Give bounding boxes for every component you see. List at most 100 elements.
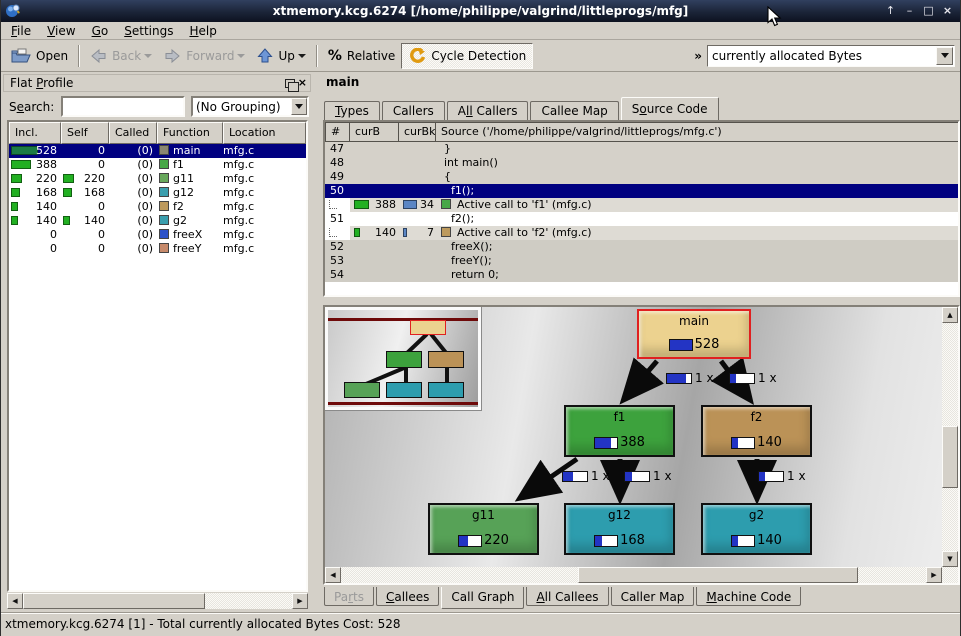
scroll-left-icon[interactable]: ◀ [7, 593, 23, 609]
flat-profile-hscrollbar[interactable]: ◀ ▶ [7, 593, 308, 609]
toolbar-overflow-chevron[interactable]: » [689, 49, 707, 63]
scroll-right-icon[interactable]: ▶ [926, 567, 942, 583]
table-row-f1[interactable]: 388 0 (0) f1 mfg.c [9, 158, 306, 172]
cycle-arrow-icon [408, 48, 426, 64]
open-label: Open [36, 49, 68, 63]
graph-node-f2[interactable]: f2 140 [701, 405, 812, 457]
tree-branch-icon [329, 228, 337, 237]
back-button[interactable]: Back [84, 43, 158, 69]
function-color-icon [159, 215, 169, 225]
source-line[interactable]: 53 freeY(); [325, 254, 958, 268]
column-curb[interactable]: curB [349, 122, 399, 142]
menu-view[interactable]: View [39, 23, 83, 39]
graph-node-g2[interactable]: g2 140 [701, 503, 812, 555]
table-row-g11[interactable]: 220 220 (0) g11 mfg.c [9, 172, 306, 186]
source-call-annotation[interactable]: 140 7 Active call to 'f2' (mfg.c) [325, 226, 958, 240]
tab-callers[interactable]: Callers [382, 101, 445, 120]
column-function[interactable]: Function [157, 122, 223, 144]
graph-vscrollbar[interactable]: ▲ ▼ [942, 307, 958, 567]
event-type-dropdown-icon[interactable] [936, 47, 953, 65]
call-edge-label: 1 x [666, 371, 714, 385]
close-button[interactable]: × [939, 3, 956, 19]
source-call-annotation[interactable]: 388 34 Active call to 'f1' (mfg.c) [325, 198, 958, 212]
scroll-down-icon[interactable]: ▼ [942, 551, 958, 567]
forward-dropdown-icon[interactable] [237, 54, 245, 62]
forward-button[interactable]: Forward [158, 43, 251, 69]
dock-close-icon[interactable]: × [298, 78, 307, 88]
table-row-g12[interactable]: 168 168 (0) g12 mfg.c [9, 186, 306, 200]
maximize-button[interactable]: □ [920, 3, 937, 19]
up-dropdown-icon[interactable] [298, 54, 306, 62]
table-row-freeX[interactable]: 0 0 (0) freeX mfg.c [9, 228, 306, 242]
graph-overview-minimap[interactable] [325, 307, 481, 410]
toolbar-separator [78, 45, 80, 67]
function-color-icon [159, 159, 169, 169]
source-line[interactable]: 54 return 0; [325, 268, 958, 282]
menu-settings[interactable]: Settings [116, 23, 181, 39]
tab-callees[interactable]: Callees [376, 587, 439, 606]
shade-button[interactable]: ↑ [882, 3, 899, 19]
table-row-g2[interactable]: 140 140 (0) g2 mfg.c [9, 214, 306, 228]
minimize-button[interactable]: – [901, 3, 918, 19]
tab-machine-code[interactable]: Machine Code [696, 587, 801, 606]
graph-hscrollbar[interactable]: ◀ ▶ [325, 567, 942, 583]
source-line[interactable]: 52 freeX(); [325, 240, 958, 254]
scroll-thumb[interactable] [23, 593, 205, 609]
scroll-thumb[interactable] [578, 567, 858, 583]
column-curbk[interactable]: curBk [398, 122, 436, 142]
open-button[interactable]: Open [5, 43, 74, 69]
relative-button[interactable]: % Relative [322, 43, 401, 69]
call-graph-canvas[interactable]: main 528 f1 388 f2 140 g11 220 g12 168 [325, 307, 942, 567]
source-line[interactable]: 47} [325, 142, 958, 156]
scroll-right-icon[interactable]: ▶ [292, 593, 308, 609]
search-input[interactable] [61, 96, 185, 117]
source-line[interactable]: 48int main() [325, 156, 958, 170]
tab-call-graph[interactable]: Call Graph [441, 587, 524, 609]
tab-source-code[interactable]: Source Code [621, 97, 719, 120]
graph-node-g11[interactable]: g11 220 [428, 503, 539, 555]
source-line-selected[interactable]: 50 f1(); [325, 184, 958, 198]
graph-node-main[interactable]: main 528 [637, 309, 751, 359]
scroll-thumb[interactable] [942, 426, 958, 488]
column-called[interactable]: Called [109, 122, 157, 144]
dock-float-icon[interactable] [285, 79, 295, 88]
cycle-detection-button[interactable]: Cycle Detection [401, 43, 533, 69]
graph-node-g12[interactable]: g12 168 [564, 503, 675, 555]
column-source[interactable]: Source ('/home/philippe/valgrind/littlep… [435, 122, 959, 142]
event-type-select[interactable]: currently allocated Bytes [707, 45, 955, 67]
grouping-select[interactable]: (No Grouping) [191, 96, 309, 117]
menu-help[interactable]: Help [181, 23, 224, 39]
scroll-left-icon[interactable]: ◀ [325, 567, 341, 583]
up-button[interactable]: Up [251, 43, 311, 69]
table-row-freeY[interactable]: 0 0 (0) freeY mfg.c [9, 242, 306, 256]
tab-caller-map[interactable]: Caller Map [611, 587, 695, 606]
scroll-track[interactable] [23, 593, 292, 609]
column-location[interactable]: Location [223, 122, 306, 144]
grouping-dropdown-icon[interactable] [291, 98, 307, 115]
function-tabs: Types Callers All Callers Callee Map Sou… [324, 97, 721, 120]
scroll-up-icon[interactable]: ▲ [942, 307, 958, 323]
column-self[interactable]: Self [61, 122, 109, 144]
column-incl[interactable]: Incl. [9, 122, 61, 144]
tab-all-callers[interactable]: All Callers [447, 101, 529, 120]
tab-parts[interactable]: Parts [324, 587, 374, 606]
menu-file[interactable]: File [3, 23, 39, 39]
graph-node-f1[interactable]: f1 388 [564, 405, 675, 457]
menu-bar: File View Go Settings Help [1, 22, 960, 40]
table-row-f2[interactable]: 140 0 (0) f2 mfg.c [9, 200, 306, 214]
mini-node-g12 [386, 382, 422, 398]
call-edge-label: 1 x [562, 469, 610, 483]
source-line[interactable]: 51 f2(); [325, 212, 958, 226]
back-dropdown-icon[interactable] [144, 54, 152, 62]
source-line[interactable]: 49{ [325, 170, 958, 184]
app-icon [5, 3, 21, 19]
table-row-main[interactable]: 528 0 (0) main mfg.c [9, 144, 306, 158]
tab-callee-map[interactable]: Callee Map [530, 101, 618, 120]
percent-icon: % [328, 48, 342, 64]
up-label: Up [278, 49, 294, 63]
tab-types[interactable]: Types [324, 101, 380, 120]
tab-all-callees[interactable]: All Callees [526, 587, 608, 606]
column-line-number[interactable]: # [325, 122, 350, 142]
menu-go[interactable]: Go [84, 23, 117, 39]
flat-profile-dock: Flat Profile × Search: (No Grouping) Inc… [1, 72, 314, 612]
